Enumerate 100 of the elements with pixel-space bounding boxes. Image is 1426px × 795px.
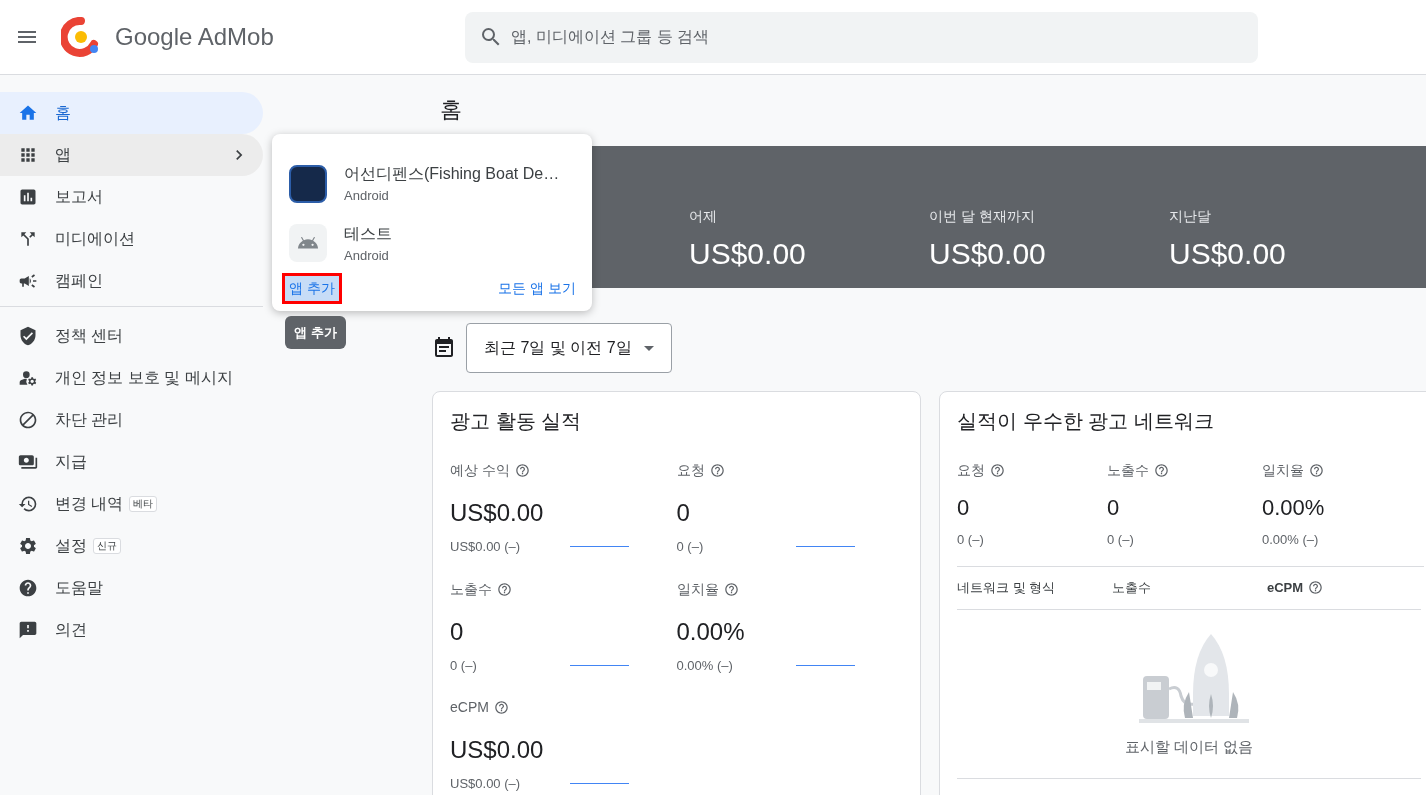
app-name: 테스트	[344, 223, 392, 244]
metric-label: 예상 수익	[450, 461, 510, 480]
sidebar-item[interactable]: 앱	[0, 134, 263, 176]
column-header: 노출수	[1112, 578, 1151, 597]
date-range-dropdown[interactable]: 최근 7일 및 이전 7일	[466, 323, 672, 373]
grid-icon	[18, 145, 38, 165]
metric-value: US$0.00	[450, 498, 545, 528]
sidebar-item[interactable]: 설정 신규	[0, 525, 263, 567]
sparkline	[796, 664, 855, 666]
metric-label: 일치율	[676, 579, 719, 599]
sidebar-item[interactable]: 캠페인	[0, 260, 263, 302]
metric-value: 0	[1107, 494, 1121, 522]
help-icon[interactable]	[990, 463, 1005, 478]
sidebar-badge: 베타	[129, 496, 158, 512]
metric-label: 요청	[957, 461, 985, 480]
block-icon	[18, 410, 38, 430]
all-apps-link[interactable]: 모든 앱 보기	[498, 278, 576, 299]
history-icon	[18, 494, 38, 514]
sidebar-item[interactable]: 홈	[0, 92, 263, 134]
sidebar-item-label: 지급	[55, 452, 87, 472]
sidebar-item[interactable]: 정책 센터	[0, 315, 263, 357]
brand-name: Google AdMob	[115, 22, 275, 52]
metric-value: 0	[957, 494, 971, 522]
sidebar-item[interactable]: 차단 관리	[0, 399, 263, 441]
help-icon	[18, 578, 38, 598]
help-icon[interactable]	[493, 700, 509, 715]
metric-comparison: US$0.00 (–)	[450, 538, 521, 556]
app-name: 어선디펜스(Fishing Boat De…	[344, 164, 560, 184]
column-header: 네트워크 및 형식	[957, 578, 1056, 597]
sidebar-item[interactable]: 개인 정보 보호 및 메시지	[0, 357, 263, 399]
app-platform: Android	[344, 246, 390, 265]
sidebar-item[interactable]: 미디에이션	[0, 218, 263, 260]
summary-value: US$0.00	[1169, 236, 1287, 272]
android-app-icon	[289, 224, 327, 263]
app-menu-item[interactable]: 어선디펜스(Fishing Boat De… Android	[272, 154, 592, 214]
dropdown-caret-icon	[643, 345, 654, 351]
metric-label: 노출수	[1107, 461, 1149, 480]
metric-comparison: 0 (–)	[450, 656, 477, 675]
logo-icon	[61, 17, 101, 57]
metric-value: 0.00%	[1262, 494, 1326, 522]
help-icon[interactable]	[497, 581, 512, 597]
sidebar-item-label: 정책 센터	[55, 326, 124, 346]
sidebar-item[interactable]: 의견	[0, 609, 263, 651]
app-platform: Android	[344, 187, 390, 205]
home-icon	[18, 103, 38, 123]
page-title: 홈	[440, 96, 463, 124]
help-icon[interactable]	[1154, 463, 1169, 478]
sidebar-item-label: 의견	[55, 620, 87, 640]
settings-icon	[18, 536, 38, 556]
sidebar-item[interactable]: 보고서	[0, 176, 263, 218]
metric-comparison: US$0.00 (–)	[450, 775, 521, 793]
column-header: eCPM	[1267, 578, 1304, 597]
summary-value: US$0.00	[929, 236, 1047, 272]
metric-label: 요청	[676, 461, 705, 480]
summary-label: 이번 달 현재까지	[929, 207, 1036, 226]
sidebar-item[interactable]: 지급	[0, 441, 263, 483]
split-arrow-icon	[18, 229, 38, 249]
metric-comparison: 0.00% (–)	[676, 656, 733, 675]
feedback-icon	[18, 620, 38, 640]
metric-value: 0	[450, 616, 465, 647]
sidebar-item[interactable]: 변경 내역 베타	[0, 483, 263, 525]
sidebar-item[interactable]: 도움말	[0, 567, 263, 609]
metric-label: 노출수	[450, 579, 492, 599]
sidebar-item-label: 미디에이션	[55, 229, 135, 249]
summary-value: US$0.00	[689, 236, 807, 272]
app-menu-item[interactable]: 테스트 Android	[272, 213, 592, 273]
search-field[interactable]: 앱, 미디에이션 그룹 등 검색	[465, 11, 1258, 63]
card-title: 광고 활동 실적	[450, 409, 583, 434]
metric-value: 0.00%	[676, 616, 746, 647]
metric-comparison: 0 (–)	[676, 538, 704, 556]
sidebar-item-label: 설정	[55, 536, 87, 556]
card-title: 실적이 우수한 광고 네트워크	[957, 409, 1215, 434]
help-icon[interactable]	[514, 463, 530, 478]
sparkline	[569, 664, 629, 666]
person-icon	[18, 368, 38, 388]
metric-label: eCPM	[450, 698, 489, 717]
help-icon[interactable]	[1309, 463, 1324, 478]
sidebar-item-label: 앱	[55, 145, 71, 165]
sparkline	[569, 783, 629, 785]
summary-label: 지난달	[1169, 207, 1212, 226]
metric-comparison: 0 (–)	[1107, 531, 1134, 549]
metric-comparison: 0 (–)	[957, 531, 984, 549]
help-icon[interactable]	[709, 463, 725, 478]
metric-value: 0	[676, 498, 691, 528]
help-icon[interactable]	[1308, 580, 1324, 595]
sidebar-item-label: 캠페인	[55, 271, 103, 291]
sidebar-item-label: 도움말	[55, 578, 103, 598]
banknote-icon	[18, 452, 38, 472]
sidebar-item-label: 개인 정보 보호 및 메시지	[55, 368, 233, 388]
search-input[interactable]: 앱, 미디에이션 그룹 등 검색	[511, 25, 1244, 49]
empty-state-text: 표시할 데이터 없음	[1124, 736, 1254, 757]
sidebar-item-label: 보고서	[55, 187, 103, 207]
help-icon[interactable]	[723, 581, 739, 597]
sparkline	[796, 546, 855, 548]
sparkline	[569, 546, 629, 548]
sidebar-item-label: 홈	[55, 103, 71, 123]
sidebar-item-label: 변경 내역	[55, 494, 124, 514]
app-icon-image	[289, 164, 327, 203]
sidebar-badge: 신규	[93, 538, 121, 554]
shield-check-icon	[18, 326, 38, 346]
